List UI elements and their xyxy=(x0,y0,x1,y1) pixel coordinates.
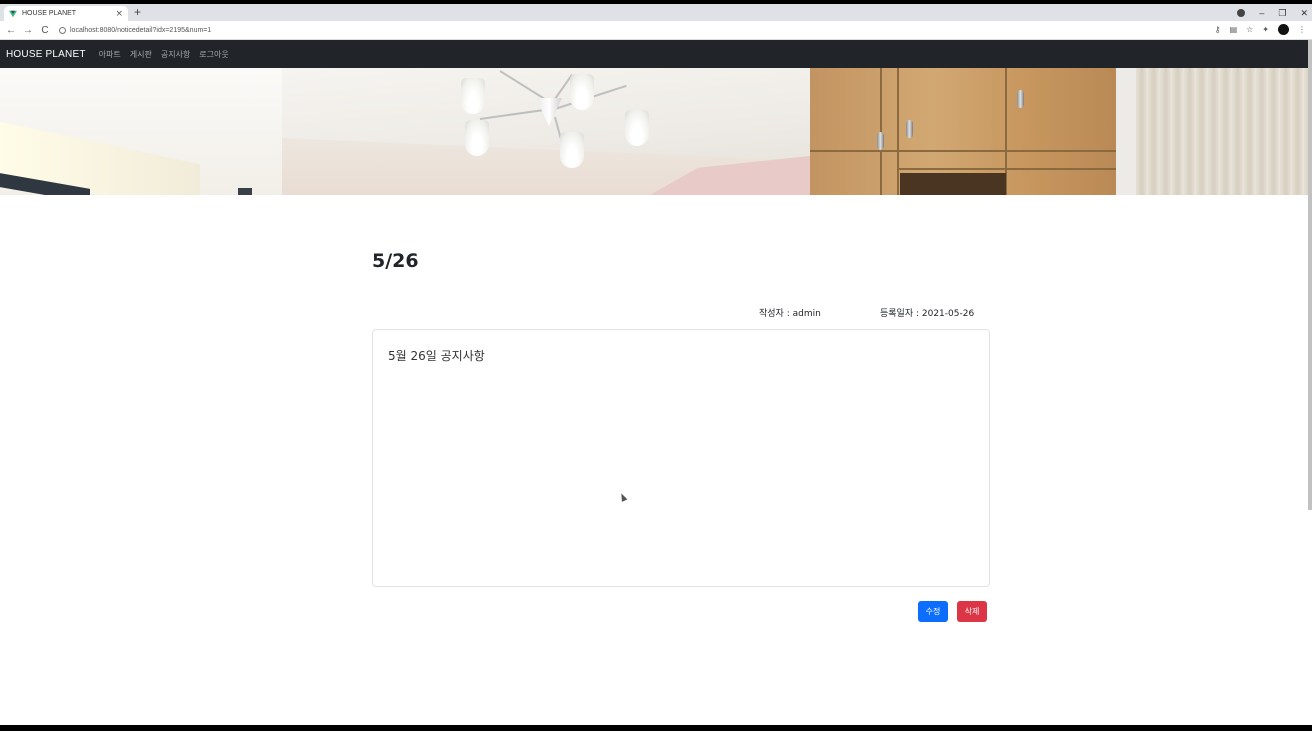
extension-icon[interactable] xyxy=(1237,9,1246,17)
notice-title: 5/26 xyxy=(372,250,419,272)
new-tab-button[interactable]: + xyxy=(134,6,141,19)
notice-content-box: 5월 26일 공지사항 xyxy=(372,329,990,587)
toolbar-icons: ⚷ ▤ ☆ ✦ ⋮ xyxy=(1215,24,1306,35)
close-window-button[interactable]: ✕ xyxy=(1300,8,1308,19)
edit-button[interactable]: 수정 xyxy=(918,601,948,622)
browser-tab[interactable]: HOUSE PLANET × xyxy=(4,6,128,21)
tab-close-icon[interactable]: × xyxy=(115,9,123,19)
restore-button[interactable]: ❐ xyxy=(1278,8,1286,19)
url-text: localhost:8080/noticedetail?idx=2195&num… xyxy=(70,26,212,34)
window-controls: – ❐ ✕ xyxy=(1237,6,1308,20)
nav-link-apartment[interactable]: 아파트 xyxy=(99,49,121,60)
screen-frame-bottom xyxy=(0,725,1312,731)
brand-logo[interactable]: HOUSE PLANET xyxy=(6,49,86,60)
bookmark-star-icon[interactable]: ☆ xyxy=(1246,25,1253,34)
extensions-puzzle-icon[interactable]: ✦ xyxy=(1262,25,1269,34)
forward-button[interactable]: → xyxy=(20,25,36,36)
delete-button[interactable]: 삭제 xyxy=(957,601,987,622)
nav-link-notice[interactable]: 공지사항 xyxy=(161,49,190,60)
site-info-icon[interactable] xyxy=(59,26,66,34)
nav-link-board[interactable]: 게시판 xyxy=(130,49,152,60)
hero-banner-image xyxy=(0,68,1308,195)
notice-content: 5월 26일 공지사항 xyxy=(388,349,485,363)
reload-button[interactable]: C xyxy=(37,25,53,36)
notice-author: 작성자 : admin xyxy=(759,309,821,319)
browser-tabstrip: HOUSE PLANET × + – ❐ ✕ xyxy=(0,4,1312,21)
browser-toolbar: ← → C localhost:8080/noticedetail?idx=21… xyxy=(0,21,1312,40)
address-bar[interactable]: localhost:8080/noticedetail?idx=2195&num… xyxy=(59,26,212,34)
vue-logo-icon xyxy=(9,10,17,17)
tab-title: HOUSE PLANET xyxy=(22,10,77,17)
key-icon[interactable]: ⚷ xyxy=(1215,25,1221,34)
translate-icon[interactable]: ▤ xyxy=(1230,25,1238,34)
notice-date: 등록일자 : 2021-05-26 xyxy=(880,309,975,319)
page-viewport: HOUSE PLANET 아파트 게시판 공지사항 로그아웃 5/26 작성자 … xyxy=(0,40,1312,725)
back-button[interactable]: ← xyxy=(3,25,19,36)
site-navbar: HOUSE PLANET 아파트 게시판 공지사항 로그아웃 xyxy=(0,40,1308,68)
page-scrollbar[interactable] xyxy=(1308,40,1312,510)
minimize-button[interactable]: – xyxy=(1259,8,1264,18)
browser-menu-icon[interactable]: ⋮ xyxy=(1298,25,1306,34)
nav-link-logout[interactable]: 로그아웃 xyxy=(199,49,228,60)
profile-avatar[interactable] xyxy=(1278,24,1289,35)
